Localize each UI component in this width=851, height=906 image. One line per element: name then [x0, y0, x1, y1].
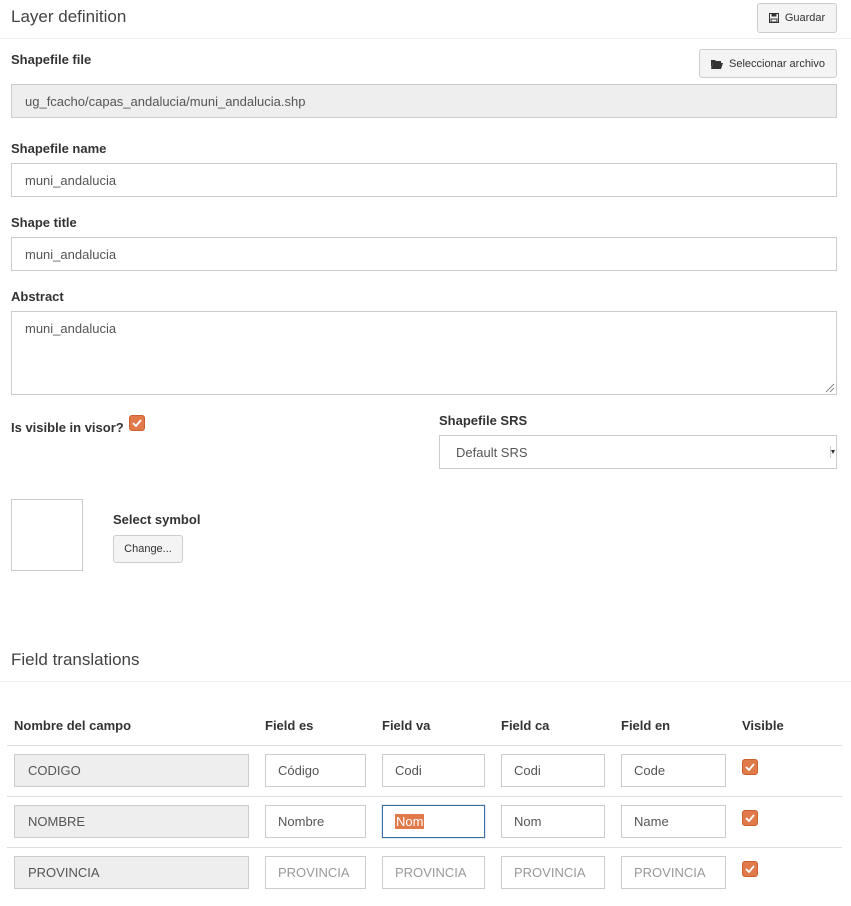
- field-en-input[interactable]: Code: [621, 754, 726, 787]
- selected-text: Nom: [395, 814, 425, 829]
- page-title: Layer definition: [11, 7, 127, 26]
- check-icon: [745, 763, 755, 771]
- abstract-label: Abstract: [11, 289, 64, 304]
- visible-checkbox[interactable]: [742, 861, 758, 877]
- shapefile-path-field[interactable]: ug_fcacho/capas_andalucia/muni_andalucia…: [11, 84, 837, 118]
- visible-checkbox[interactable]: [742, 759, 758, 775]
- table-divider: [7, 745, 842, 746]
- field-es-input[interactable]: Código: [265, 754, 366, 787]
- save-button[interactable]: Guardar: [757, 3, 837, 33]
- resize-grip-icon[interactable]: [823, 381, 835, 393]
- field-en-input[interactable]: Name: [621, 805, 726, 838]
- shape-title-label: Shape title: [11, 215, 77, 230]
- select-file-button[interactable]: Seleccionar archivo: [699, 49, 837, 78]
- abstract-textarea[interactable]: muni_andalucia: [11, 311, 837, 395]
- shapefile-name-input[interactable]: muni_andalucia: [11, 163, 837, 197]
- column-header-ca: Field ca: [501, 718, 550, 733]
- table-divider: [7, 796, 842, 797]
- field-es-input[interactable]: PROVINCIA: [265, 856, 366, 889]
- check-icon: [132, 419, 142, 427]
- column-header-va: Field va: [382, 718, 431, 733]
- field-va-input[interactable]: Codi: [382, 754, 485, 787]
- column-header-visible: Visible: [742, 718, 784, 733]
- column-header-en: Field en: [621, 718, 671, 733]
- field-va-input[interactable]: PROVINCIA: [382, 856, 485, 889]
- column-header-name: Nombre del campo: [14, 718, 132, 733]
- field-name-cell[interactable]: PROVINCIA: [14, 856, 249, 889]
- floppy-disk-icon: [768, 13, 779, 23]
- field-va-input[interactable]: Nom: [382, 805, 485, 838]
- field-ca-input[interactable]: Codi: [501, 754, 605, 787]
- check-icon: [745, 865, 755, 873]
- shapefile-file-label: Shapefile file: [11, 52, 92, 67]
- visible-checkbox[interactable]: [742, 810, 758, 826]
- field-translations-title: Field translations: [11, 650, 140, 669]
- abstract-text: muni_andalucia: [25, 321, 117, 336]
- field-ca-input[interactable]: Nom: [501, 805, 605, 838]
- shapefile-name-label: Shapefile name: [11, 141, 107, 156]
- srs-selected: Default SRS: [456, 444, 528, 460]
- field-name-cell[interactable]: NOMBRE: [14, 805, 249, 838]
- column-header-es: Field es: [265, 718, 314, 733]
- folder-open-icon: [711, 59, 723, 69]
- save-label: Guardar: [784, 12, 826, 24]
- shape-title-input[interactable]: muni_andalucia: [11, 237, 837, 271]
- symbol-preview: [11, 499, 83, 571]
- srs-label: Shapefile SRS: [439, 413, 528, 428]
- visible-checkbox[interactable]: [129, 415, 145, 431]
- field-name-cell[interactable]: CODIGO: [14, 754, 249, 787]
- table-divider: [7, 847, 842, 848]
- chevron-down-icon: [830, 446, 835, 458]
- select-file-label: Seleccionar archivo: [729, 57, 825, 70]
- field-es-input[interactable]: Nombre: [265, 805, 366, 838]
- check-icon: [745, 814, 755, 822]
- divider: [0, 681, 851, 682]
- field-en-input[interactable]: PROVINCIA: [621, 856, 726, 889]
- visible-label: Is visible in visor?: [11, 420, 124, 435]
- select-symbol-label: Select symbol: [113, 512, 201, 527]
- srs-select[interactable]: Default SRS: [439, 435, 837, 469]
- field-ca-input[interactable]: PROVINCIA: [501, 856, 605, 889]
- header: Layer definition Guardar: [0, 0, 851, 39]
- change-symbol-button[interactable]: Change...: [113, 535, 183, 563]
